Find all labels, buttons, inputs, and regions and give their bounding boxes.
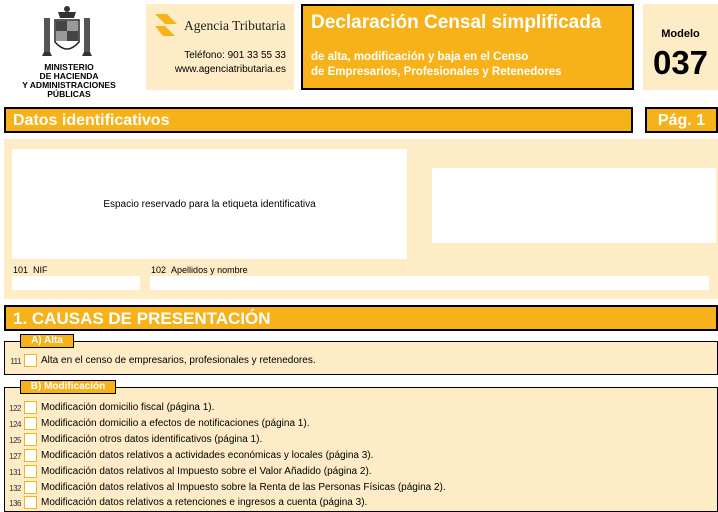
agency-name: Agencia Tributaria — [184, 18, 286, 33]
name-field[interactable] — [150, 276, 709, 290]
nif-label-text: NIF — [33, 265, 48, 275]
blank-box — [432, 168, 716, 243]
item-label: Modificación domicilio a efectos de noti… — [41, 418, 310, 429]
checkbox[interactable] — [24, 496, 37, 509]
agency-logo-icon — [155, 14, 177, 36]
name-code: 102 — [151, 265, 167, 275]
item-label: Alta en el censo de empresarios, profesi… — [41, 355, 316, 366]
item-label: Modificación datos relativos al Impuesto… — [41, 482, 446, 493]
name-label: 102 Apellidos y nombre — [151, 265, 248, 275]
checkbox[interactable] — [24, 449, 37, 462]
checkbox[interactable] — [24, 465, 37, 478]
item-code: 132 — [9, 484, 21, 493]
checkbox[interactable] — [24, 354, 37, 367]
item-code: 136 — [9, 499, 21, 508]
item-code: 127 — [9, 452, 21, 461]
item-code: 125 — [9, 436, 21, 445]
agency-block: Agencia Tributaria Teléfono: 901 33 55 3… — [146, 4, 294, 90]
agency-web: www.agenciatributaria.es — [174, 64, 286, 75]
form-subtitle: de alta, modificación y baja en el Censo… — [311, 50, 562, 80]
checkbox[interactable] — [24, 401, 37, 414]
item-label: Modificación datos relativos al Impuesto… — [41, 466, 372, 477]
model-label: Modelo — [661, 28, 700, 40]
section-modificacion-heading: B) Modificación — [20, 380, 116, 394]
section-alta-heading: A) Alta — [20, 334, 74, 348]
ministry-logo: MINISTERIO DE HACIENDA Y ADMINISTRACIONE… — [0, 0, 138, 99]
checkbox[interactable] — [24, 417, 37, 430]
form-subtitle-line: de Empresarios, Profesionales y Retenedo… — [311, 66, 562, 78]
checkbox[interactable] — [24, 433, 37, 446]
item-label: Modificación datos relativos a actividad… — [41, 450, 374, 461]
nif-field[interactable] — [12, 276, 140, 290]
item-label: Modificación domicilio fiscal (página 1)… — [41, 402, 215, 413]
label-reserved-area: Espacio reservado para la etiqueta ident… — [12, 149, 407, 259]
model-box: Modelo 037 — [643, 4, 718, 90]
model-number: 037 — [652, 44, 709, 81]
agency-phone: Teléfono: 901 33 55 33 — [184, 50, 286, 61]
item-label: Modificación datos relativos a retencion… — [41, 497, 368, 508]
name-label-text: Apellidos y nombre — [171, 265, 248, 275]
item-code: 122 — [9, 404, 21, 413]
label-reserved-text: Espacio reservado para la etiqueta ident… — [103, 199, 316, 210]
form-title: Declaración Censal simplificada — [311, 12, 602, 33]
item-code: 111 — [10, 357, 21, 366]
item-code: 131 — [9, 468, 21, 477]
section-title-causes: 1. CAUSAS DE PRESENTACIÓN — [4, 305, 718, 331]
page-number: Pág. 1 — [645, 107, 718, 133]
nif-code: 101 — [13, 265, 29, 275]
section-title-ident: Datos identificativos — [4, 107, 633, 133]
form-subtitle-line: de alta, modificación y baja en el Censo — [311, 51, 529, 63]
ministry-line: Y ADMINISTRACIONES PÚBLICAS — [22, 80, 116, 99]
form-title-box: Declaración Censal simplificada de alta,… — [301, 4, 634, 90]
checkbox[interactable] — [24, 481, 37, 494]
coat-of-arms-icon — [42, 6, 92, 56]
nif-label: 101 NIF — [13, 265, 48, 275]
item-code: 124 — [9, 420, 21, 429]
item-label: Modificación otros datos identificativos… — [41, 434, 263, 445]
